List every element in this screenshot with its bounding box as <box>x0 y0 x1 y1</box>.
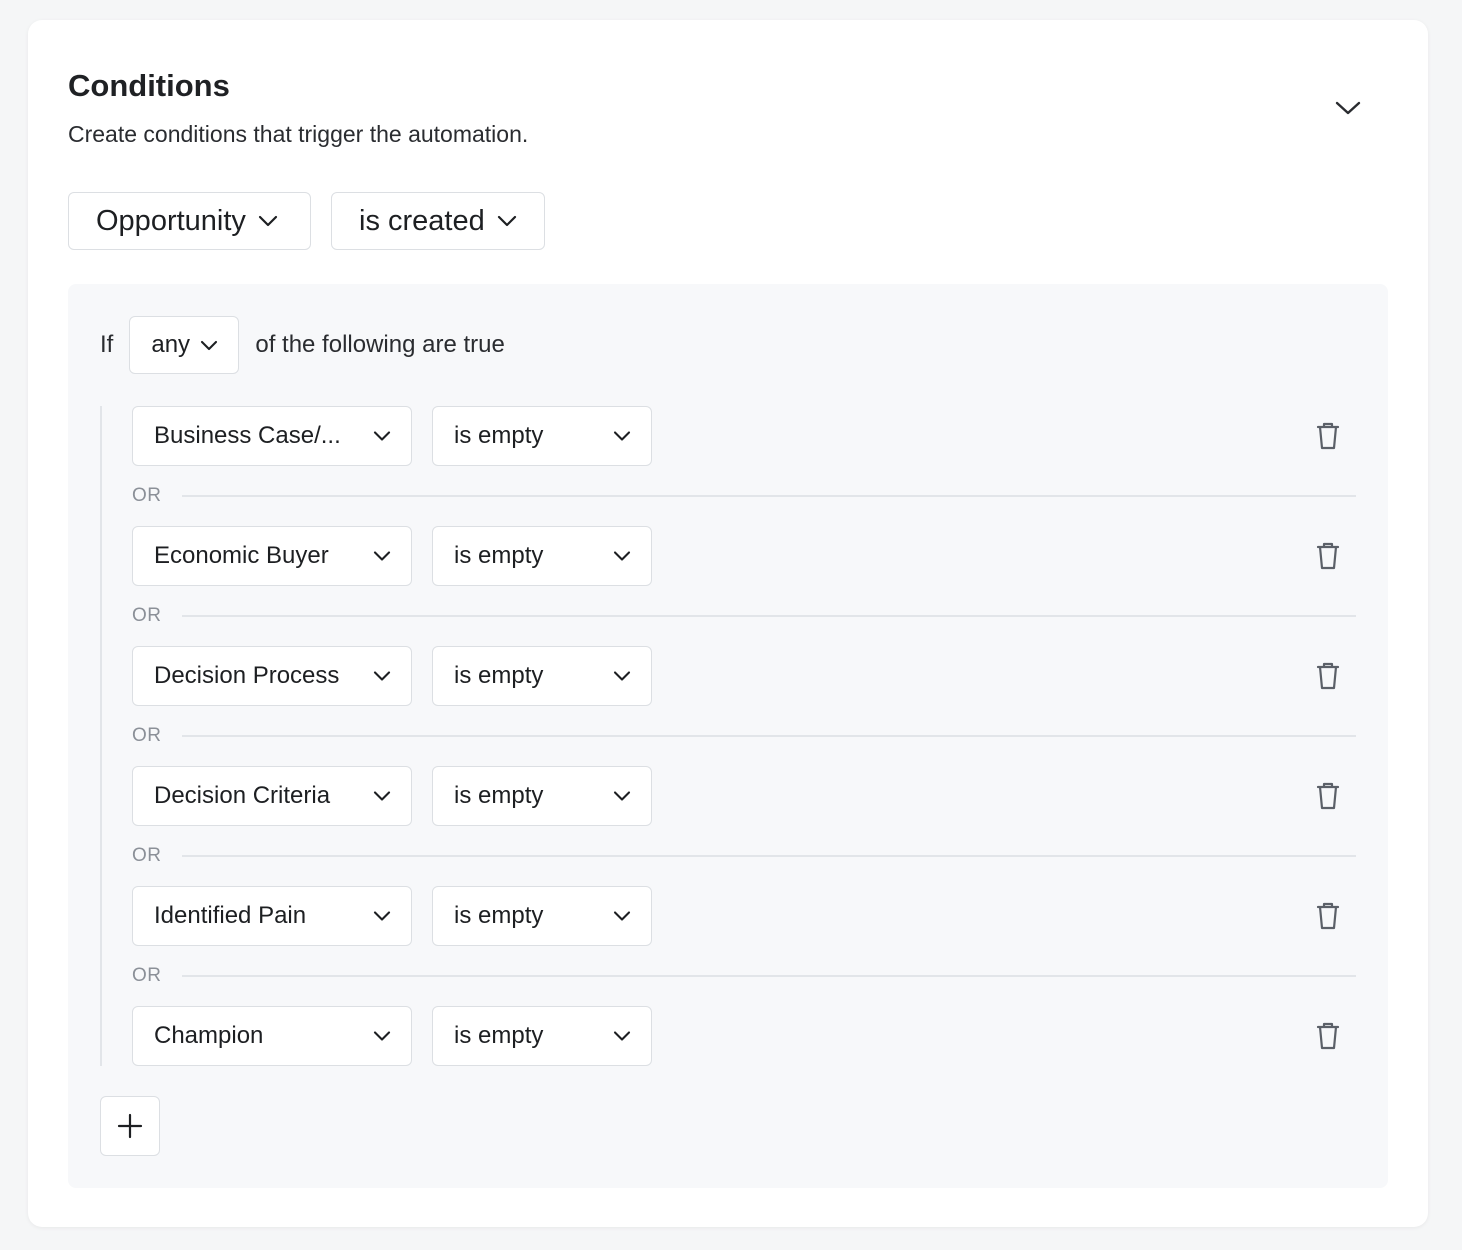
field-select[interactable]: Business Case/... <box>132 406 412 466</box>
chevron-down-icon <box>613 551 631 562</box>
condition-row: Decision Process is empty <box>132 646 1362 706</box>
field-select-value: Decision Criteria <box>154 782 331 809</box>
collapse-button[interactable] <box>1330 90 1366 126</box>
trash-icon <box>1316 1022 1340 1050</box>
trash-icon <box>1316 662 1340 690</box>
field-select[interactable]: Identified Pain <box>132 886 412 946</box>
or-label: OR <box>132 965 162 986</box>
section-title: Conditions <box>68 68 230 103</box>
add-condition-button[interactable] <box>100 1096 160 1156</box>
chevron-down-icon <box>373 431 391 442</box>
operator-select[interactable]: is empty <box>432 526 652 586</box>
condition-row: Decision Criteria is empty <box>132 766 1362 826</box>
or-label: OR <box>132 725 162 746</box>
field-select-value: Champion <box>154 1022 264 1049</box>
delete-condition-button[interactable] <box>1310 658 1346 694</box>
or-divider <box>182 735 1356 737</box>
plus-icon <box>117 1113 143 1139</box>
field-select-value: Economic Buyer <box>154 542 329 569</box>
chevron-down-icon <box>613 1031 631 1042</box>
or-divider <box>182 975 1356 977</box>
condition-row: Business Case/... is empty <box>132 406 1362 466</box>
condition-row: Identified Pain is empty <box>132 886 1362 946</box>
chevron-down-icon <box>497 215 517 227</box>
operator-select[interactable]: is empty <box>432 886 652 946</box>
field-select-value: Identified Pain <box>154 902 307 929</box>
chevron-down-icon <box>373 1031 391 1042</box>
conditions-card: Conditions Create conditions that trigge… <box>28 20 1428 1227</box>
condition-row: Champion is empty <box>132 1006 1362 1066</box>
operator-select[interactable]: is empty <box>432 406 652 466</box>
match-select[interactable]: any <box>129 316 240 374</box>
chevron-down-icon <box>613 911 631 922</box>
or-divider <box>182 495 1356 497</box>
or-separator: OR <box>132 844 1356 868</box>
trash-icon <box>1316 902 1340 930</box>
chevron-down-icon <box>613 671 631 682</box>
chevron-down-icon <box>613 791 631 802</box>
field-select[interactable]: Decision Criteria <box>132 766 412 826</box>
chevron-down-icon <box>373 791 391 802</box>
chevron-down-icon <box>373 551 391 562</box>
delete-condition-button[interactable] <box>1310 778 1346 814</box>
or-label: OR <box>132 605 162 626</box>
chevron-down-icon <box>1335 101 1361 115</box>
trash-icon <box>1316 782 1340 810</box>
or-separator: OR <box>132 604 1356 628</box>
chevron-down-icon <box>373 671 391 682</box>
chevron-down-icon <box>258 215 278 227</box>
chevron-down-icon <box>200 340 218 351</box>
field-select[interactable]: Decision Process <box>132 646 412 706</box>
or-label: OR <box>132 845 162 866</box>
or-separator: OR <box>132 484 1356 508</box>
if-label: If <box>100 331 114 358</box>
match-suffix-label: of the following are true <box>255 331 505 358</box>
field-select-value: Decision Process <box>154 662 340 689</box>
section-subtitle: Create conditions that trigger the autom… <box>68 121 529 147</box>
or-divider <box>182 855 1356 857</box>
object-select[interactable]: Opportunity <box>68 192 311 250</box>
or-separator: OR <box>132 964 1356 988</box>
or-divider <box>182 615 1356 617</box>
event-select[interactable]: is created <box>331 192 545 250</box>
operator-select-value: is empty <box>454 902 544 929</box>
chevron-down-icon <box>373 911 391 922</box>
object-select-value: Opportunity <box>96 204 246 237</box>
operator-select-value: is empty <box>454 542 544 569</box>
delete-condition-button[interactable] <box>1310 1018 1346 1054</box>
delete-condition-button[interactable] <box>1310 898 1346 934</box>
trash-icon <box>1316 422 1340 450</box>
field-select[interactable]: Champion <box>132 1006 412 1066</box>
or-separator: OR <box>132 724 1356 748</box>
operator-select-value: is empty <box>454 662 544 689</box>
field-select-value: Business Case/... <box>154 422 341 449</box>
operator-select-value: is empty <box>454 782 544 809</box>
condition-group-panel: If any of the following are true Busines… <box>68 284 1388 1188</box>
delete-condition-button[interactable] <box>1310 418 1346 454</box>
match-select-value: any <box>151 331 191 358</box>
trash-icon <box>1316 542 1340 570</box>
operator-select[interactable]: is empty <box>432 646 652 706</box>
chevron-down-icon <box>613 431 631 442</box>
delete-condition-button[interactable] <box>1310 538 1346 574</box>
group-match-row: If any of the following are true <box>100 316 505 374</box>
operator-select[interactable]: is empty <box>432 766 652 826</box>
condition-row: Economic Buyer is empty <box>132 526 1362 586</box>
or-label: OR <box>132 485 162 506</box>
operator-select-value: is empty <box>454 1022 544 1049</box>
operator-select[interactable]: is empty <box>432 1006 652 1066</box>
group-bracket-line <box>100 406 102 1066</box>
event-select-value: is created <box>359 204 485 237</box>
field-select[interactable]: Economic Buyer <box>132 526 412 586</box>
operator-select-value: is empty <box>454 422 544 449</box>
